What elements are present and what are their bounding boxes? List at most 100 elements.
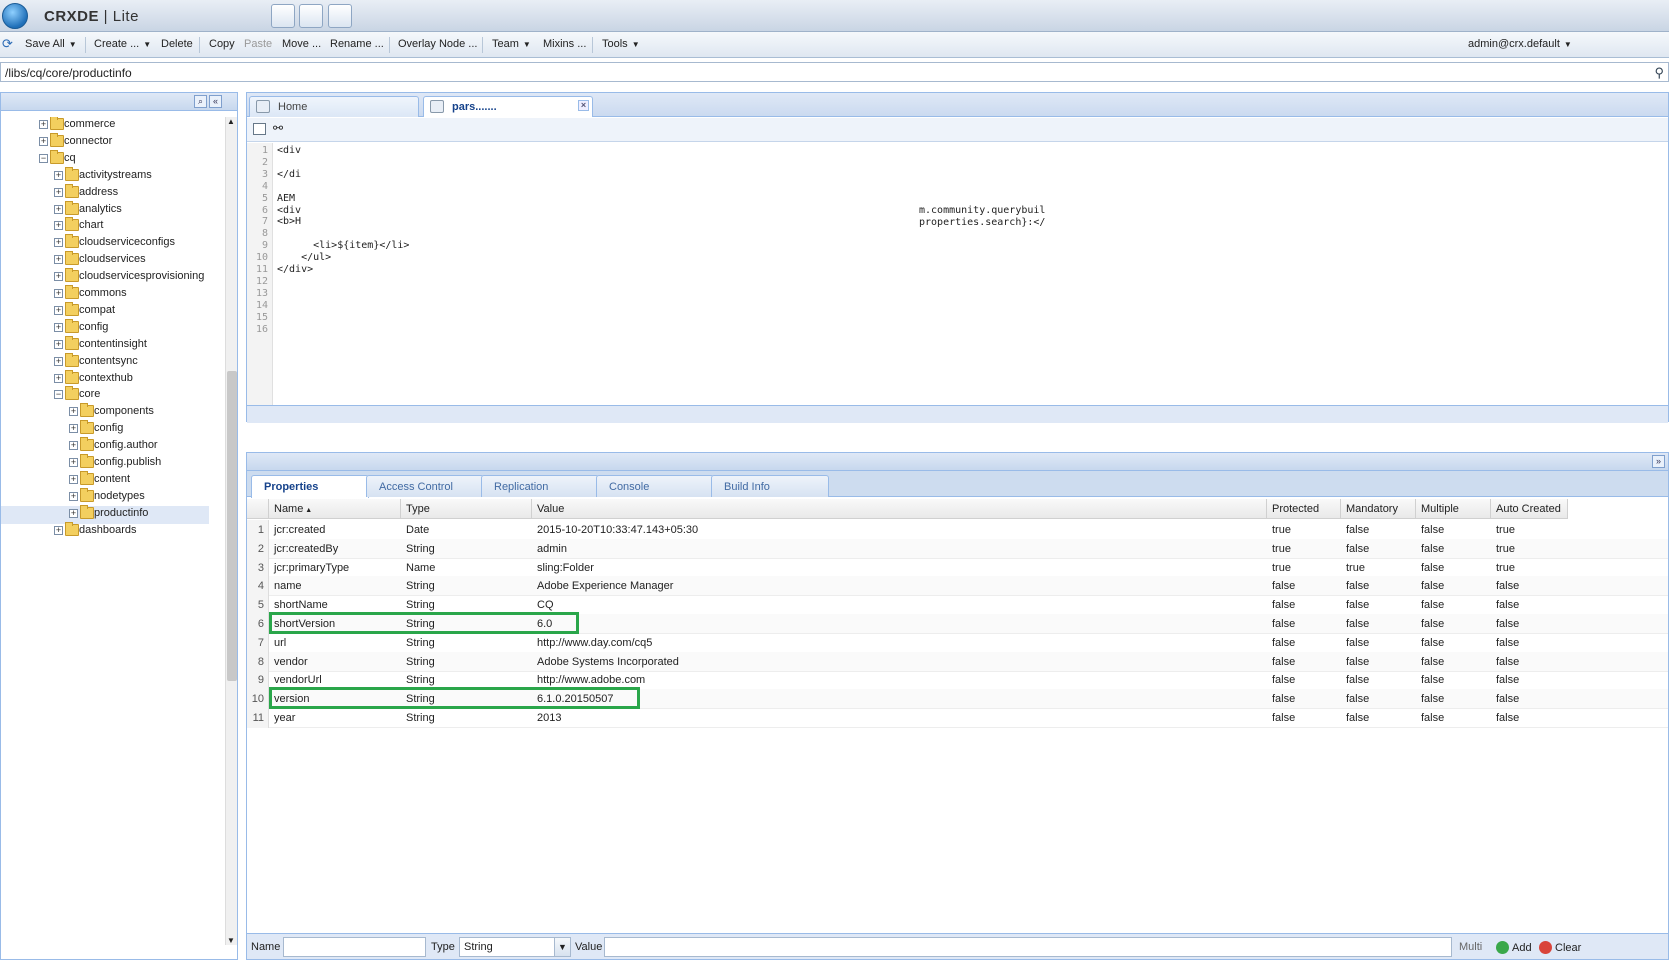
tree-node[interactable]: + contentsync bbox=[1, 352, 209, 372]
column-header[interactable]: Type bbox=[401, 499, 532, 519]
tree-node[interactable]: + analytics bbox=[1, 200, 209, 220]
collapse-panel-icon[interactable]: « bbox=[209, 95, 222, 108]
tab-properties[interactable]: Properties bbox=[251, 475, 369, 498]
value-input[interactable] bbox=[604, 937, 1452, 957]
collapse-toggle-icon[interactable]: − bbox=[54, 390, 63, 400]
team-button[interactable]: Team ▼ bbox=[492, 38, 531, 50]
search-icon[interactable]: ⚲ bbox=[1654, 65, 1664, 81]
package-manager-icon[interactable] bbox=[299, 4, 323, 28]
table-row[interactable]: 4 name String Adobe Experience Manager false… bbox=[247, 576, 1668, 597]
tab-build-info[interactable]: Build Info bbox=[711, 475, 829, 497]
expand-toggle-icon[interactable]: + bbox=[54, 238, 63, 248]
expand-toggle-icon[interactable]: + bbox=[54, 255, 63, 265]
overlay-node-button[interactable]: Overlay Node ... bbox=[398, 38, 477, 50]
tree-node[interactable]: + address bbox=[1, 183, 209, 203]
tab-console[interactable]: Console bbox=[596, 475, 714, 497]
expand-toggle-icon[interactable]: + bbox=[69, 407, 78, 417]
expand-toggle-icon[interactable]: + bbox=[39, 120, 48, 129]
table-row[interactable]: 1 jcr:created Date 2015-10-20T10:33:47.143+… bbox=[247, 520, 1668, 540]
close-icon[interactable]: × bbox=[578, 100, 589, 111]
tree-node[interactable]: + content bbox=[1, 470, 209, 490]
expand-toggle-icon[interactable]: + bbox=[69, 508, 78, 518]
tree-node[interactable]: + config.publish bbox=[1, 454, 209, 473]
tab-file[interactable]: pars....... × bbox=[423, 96, 593, 117]
create-button[interactable]: Create ... ▼ bbox=[94, 38, 151, 50]
tools-button[interactable]: Tools ▼ bbox=[602, 38, 640, 50]
move-button[interactable]: Move ... bbox=[282, 38, 321, 50]
tree-node[interactable]: + components bbox=[1, 403, 209, 422]
expand-toggle-icon[interactable]: + bbox=[69, 474, 78, 484]
tree-node[interactable]: − core bbox=[1, 386, 209, 405]
tab-replication[interactable]: Replication bbox=[481, 475, 599, 497]
tree-node[interactable]: + productinfo bbox=[1, 504, 209, 524]
expand-toggle-icon[interactable]: + bbox=[39, 136, 48, 146]
collapse-down-icon[interactable]: » bbox=[1652, 455, 1665, 468]
path-field[interactable]: /libs/cq/core/productinfo ⚲ bbox=[0, 62, 1669, 82]
format-icon[interactable] bbox=[253, 123, 266, 135]
scroll-up-icon[interactable]: ▲ bbox=[227, 117, 235, 126]
chevron-down-icon[interactable]: ▼ bbox=[554, 938, 570, 956]
expand-toggle-icon[interactable]: + bbox=[54, 221, 63, 231]
expand-toggle-icon[interactable]: + bbox=[54, 356, 63, 366]
expand-toggle-icon[interactable]: + bbox=[69, 441, 78, 451]
table-row[interactable]: 8 vendor String Adobe Systems Incorporated f… bbox=[247, 651, 1668, 672]
multi-checkbox[interactable]: Multi bbox=[1459, 941, 1482, 953]
table-row[interactable]: 11 year String 2013 false false false false bbox=[247, 708, 1668, 728]
tree-node[interactable]: + dashboards bbox=[1, 521, 209, 541]
add-button[interactable]: Add bbox=[1496, 941, 1532, 954]
column-header[interactable]: Protected bbox=[1267, 499, 1341, 519]
tree-node[interactable]: + connector bbox=[1, 132, 209, 152]
tree-node[interactable]: + config bbox=[1, 420, 209, 439]
tree-scrollbar[interactable]: ▲ ▼ bbox=[225, 117, 237, 945]
name-input[interactable] bbox=[283, 937, 426, 957]
save-all-button[interactable]: Save All ▼ bbox=[25, 38, 77, 50]
column-header[interactable]: Mandatory bbox=[1341, 499, 1416, 519]
tree-node[interactable]: + commons bbox=[1, 285, 209, 304]
package-share-icon[interactable] bbox=[328, 4, 352, 28]
tree-node[interactable]: + cloudservices bbox=[1, 251, 209, 270]
tree-search-icon[interactable]: ⌕ bbox=[194, 95, 207, 108]
tree-node[interactable]: − cq bbox=[1, 149, 209, 169]
tree-node[interactable]: + compat bbox=[1, 301, 209, 321]
expand-toggle-icon[interactable]: + bbox=[54, 289, 63, 298]
scroll-down-icon[interactable]: ▼ bbox=[227, 936, 235, 945]
expand-toggle-icon[interactable]: + bbox=[54, 373, 63, 383]
tab-access-control[interactable]: Access Control bbox=[366, 475, 484, 497]
expand-toggle-icon[interactable]: + bbox=[54, 170, 63, 180]
delete-button[interactable]: Delete bbox=[161, 38, 193, 50]
clear-button[interactable]: Clear bbox=[1539, 941, 1581, 954]
mixins-button[interactable]: Mixins ... bbox=[543, 38, 586, 50]
rename-button[interactable]: Rename ... bbox=[330, 38, 384, 50]
tree-node[interactable]: + contentinsight bbox=[1, 335, 209, 355]
type-select[interactable]: String ▼ bbox=[459, 937, 571, 957]
tree-node[interactable]: + nodetypes bbox=[1, 487, 209, 507]
expand-toggle-icon[interactable]: + bbox=[54, 272, 63, 282]
tree-scroll-thumb[interactable] bbox=[227, 371, 237, 681]
expand-toggle-icon[interactable]: + bbox=[54, 305, 63, 315]
crxde-icon[interactable] bbox=[271, 4, 295, 28]
collapse-toggle-icon[interactable]: − bbox=[39, 153, 48, 163]
tree-node[interactable]: + chart bbox=[1, 217, 209, 236]
expand-toggle-icon[interactable]: + bbox=[54, 322, 63, 332]
table-row[interactable]: 7 url String http://www.day.com/cq5 false fal… bbox=[247, 632, 1668, 653]
expand-toggle-icon[interactable]: + bbox=[69, 424, 78, 434]
tree-node[interactable]: + cloudservicesprovisioning bbox=[1, 268, 209, 287]
tree-node[interactable]: + cloudserviceconfigs bbox=[1, 234, 209, 253]
table-row[interactable]: 2 jcr:createdBy String admin true false false t… bbox=[247, 538, 1668, 559]
table-row[interactable]: 3 jcr:primaryType Name sling:Folder true true… bbox=[247, 557, 1668, 578]
expand-toggle-icon[interactable]: + bbox=[54, 525, 63, 535]
code-editor[interactable]: 1 2 3 4 5 6 7 8 9 10 11 12 13 14 15 16 <… bbox=[247, 143, 1668, 413]
expand-toggle-icon[interactable]: + bbox=[69, 458, 78, 467]
find-icon[interactable]: ⚯ bbox=[273, 121, 283, 135]
column-header[interactable]: Value bbox=[532, 499, 1267, 519]
tree-node[interactable]: + activitystreams bbox=[1, 166, 209, 186]
tab-home[interactable]: Home bbox=[249, 96, 419, 117]
tree-node[interactable]: + config.author bbox=[1, 437, 209, 456]
tree-node[interactable]: + config bbox=[1, 318, 209, 338]
user-menu[interactable]: admin@crx.default ▼ bbox=[1468, 38, 1572, 50]
tree-node[interactable]: + commerce bbox=[1, 117, 209, 135]
copy-button[interactable]: Copy bbox=[209, 38, 235, 50]
tree-node[interactable]: + contexthub bbox=[1, 369, 209, 389]
expand-toggle-icon[interactable]: + bbox=[54, 339, 63, 349]
expand-toggle-icon[interactable]: + bbox=[54, 187, 63, 197]
